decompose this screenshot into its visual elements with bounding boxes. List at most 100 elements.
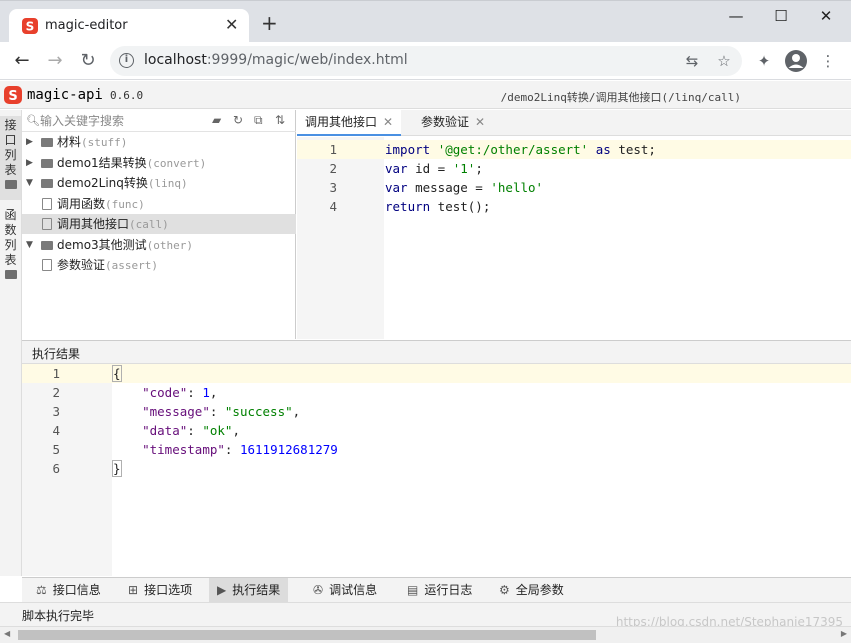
- result-line: 5 "timestamp": 1611912681279: [22, 440, 851, 459]
- translate-icon[interactable]: ⇆: [682, 51, 702, 71]
- tab-run-log[interactable]: ▤ 运行日志: [399, 578, 480, 602]
- tree-folder-item[interactable]: ▶ 材料(stuff): [22, 132, 296, 152]
- line-number: 1: [329, 142, 337, 157]
- result-output-editor[interactable]: 1{2 "code": 1, 3 "message": "success", 4 "…: [22, 364, 851, 576]
- tree-file-item[interactable]: 调用函数(func): [22, 194, 296, 214]
- tree-file-item[interactable]: 调用其他接口(call): [22, 214, 296, 234]
- result-line: 6}: [22, 459, 851, 478]
- tree-search-bar: 🔍︎ ▰ ↻ ⧉ ⇅: [22, 110, 296, 132]
- result-line: 2 "code": 1,: [22, 383, 851, 402]
- back-arrow-icon[interactable]: ←: [10, 49, 34, 73]
- tree-search-input[interactable]: [40, 112, 210, 129]
- result-panel-header: 执行结果: [22, 340, 851, 364]
- tree-item-path: (assert): [105, 259, 158, 272]
- bottom-tab-label: 接口信息: [52, 583, 101, 597]
- profile-avatar-icon[interactable]: [785, 50, 807, 72]
- folder-icon: [41, 240, 53, 250]
- api-file-icon: [42, 218, 52, 230]
- tree-folder-item[interactable]: ▼ demo3其他测试(other): [22, 235, 296, 255]
- code-line: 3 var message = 'hello': [297, 178, 851, 197]
- app-version: 0.6.0: [110, 89, 144, 102]
- magic-api-favicon-icon: S: [22, 18, 38, 34]
- reload-icon[interactable]: ↻: [76, 49, 100, 73]
- line-number: 2: [329, 161, 337, 176]
- tree-item-label: 调用函数: [57, 196, 106, 211]
- folder-icon: [4, 270, 17, 279]
- bottom-tab-label: 接口选项: [144, 583, 193, 597]
- tree-folder-item[interactable]: ▼ demo2Linq转换(linq): [22, 173, 296, 193]
- svg-text:S: S: [8, 89, 17, 104]
- close-tab-icon[interactable]: ✕: [475, 115, 485, 129]
- tab-debug-info[interactable]: ✇ 调试信息: [305, 578, 385, 602]
- tab-interface-info[interactable]: ⚖ 接口信息: [28, 578, 109, 602]
- chevron-right-icon[interactable]: ▶: [26, 153, 33, 173]
- maximize-window-button[interactable]: ☐: [766, 7, 796, 27]
- forward-arrow-icon[interactable]: →: [43, 49, 67, 73]
- code-token: test;: [610, 142, 656, 157]
- sort-icon[interactable]: ⇅: [275, 113, 285, 127]
- tree-item-label: 参数验证: [57, 258, 106, 272]
- new-folder-icon[interactable]: ▰: [212, 113, 221, 127]
- chevron-down-icon[interactable]: ▼: [26, 235, 33, 255]
- gear-icon: ⚙: [499, 583, 510, 597]
- bookmark-star-icon[interactable]: ☆: [714, 51, 734, 71]
- code-text: "timestamp": 1611912681279: [112, 440, 338, 459]
- tab-param-validation[interactable]: 参数验证 ✕: [413, 110, 493, 136]
- collapse-all-icon[interactable]: ⧉: [254, 113, 263, 128]
- tree-file-item[interactable]: 参数验证(assert): [22, 255, 296, 275]
- address-bar[interactable]: i localhost:9999/magic/web/index.html ⇆ …: [110, 46, 742, 76]
- line-number: 2: [52, 385, 60, 400]
- site-info-icon[interactable]: i: [119, 53, 134, 68]
- api-file-icon: [42, 259, 52, 271]
- tab-execution-result[interactable]: ▶ 执行结果: [209, 578, 289, 602]
- url-text: localhost:9999/magic/web/index.html: [144, 52, 408, 68]
- browser-tab[interactable]: S magic-editor ✕: [9, 9, 249, 43]
- chevron-down-icon[interactable]: ▼: [26, 173, 33, 193]
- tree-item-path: (linq): [147, 177, 188, 190]
- code-token: id =: [407, 161, 453, 176]
- refresh-icon[interactable]: ↻: [233, 113, 243, 127]
- tab-interface-options[interactable]: ⊞ 接口选项: [120, 578, 200, 602]
- browser-menu-icon[interactable]: ⋮: [818, 51, 838, 71]
- script-code-editor[interactable]: 1 import '@get:/other/assert' as test; 2 va…: [297, 137, 851, 339]
- tab-interface-list[interactable]: 接 口 列 表: [0, 116, 21, 200]
- code-token: ,: [292, 404, 301, 419]
- bottom-tab-bar: ⚖ 接口信息 ⊞ 接口选项 ▶ 执行结果 ✇ 调试信息 ▤ 运行日志 ⚙ 全局参数: [22, 577, 851, 602]
- browser-toolbar: ← → ↻ i localhost:9999/magic/web/index.h…: [0, 42, 851, 80]
- new-tab-button[interactable]: +: [261, 13, 278, 33]
- tab-function-list[interactable]: 函 数 列 表: [0, 206, 21, 290]
- code-token: '@get:/other/assert': [437, 142, 589, 157]
- scroll-left-arrow-icon[interactable]: ◀: [4, 629, 10, 638]
- code-token: message =: [407, 180, 491, 195]
- close-window-button[interactable]: ✕: [811, 7, 841, 27]
- code-token: "message": [142, 404, 210, 419]
- code-token: {: [112, 365, 122, 382]
- minimize-window-button[interactable]: —: [721, 7, 751, 27]
- browser-tab-title: magic-editor: [45, 18, 128, 33]
- tree-item-text: demo2Linq转换(linq): [57, 173, 188, 194]
- chevron-right-icon[interactable]: ▶: [26, 132, 33, 152]
- tree-folder-item[interactable]: ▶ demo1结果转换(convert): [22, 153, 296, 173]
- code-token: var: [385, 180, 408, 195]
- code-token: 'hello': [490, 180, 544, 195]
- tab-call-interface[interactable]: 调用其他接口 ✕: [297, 110, 402, 136]
- left-vertical-tab-bar: 接 口 列 表 函 数 列 表: [0, 110, 22, 576]
- code-line: 4 return test();: [297, 197, 851, 216]
- editor-tab-bar: 调用其他接口 ✕ 参数验证 ✕: [297, 110, 851, 136]
- tree-item-path: (convert): [146, 156, 207, 170]
- bottom-tab-label: 执行结果: [232, 583, 281, 597]
- line-number: 1: [52, 366, 60, 381]
- extensions-puzzle-icon[interactable]: ✦: [754, 51, 774, 71]
- close-tab-icon[interactable]: ✕: [383, 115, 393, 129]
- close-tab-icon[interactable]: ✕: [225, 15, 238, 34]
- scroll-right-arrow-icon[interactable]: ▶: [841, 629, 847, 638]
- tab-global-params[interactable]: ⚙ 全局参数: [491, 578, 572, 602]
- code-token: "success": [224, 404, 293, 419]
- scrollbar-thumb[interactable]: [18, 630, 596, 640]
- line-number: 3: [52, 404, 60, 419]
- result-line: 4 "data": "ok",: [22, 421, 851, 440]
- line-number: 4: [329, 199, 337, 214]
- horizontal-scrollbar[interactable]: ◀ ▶: [0, 626, 851, 643]
- search-icon: 🔍︎: [26, 114, 40, 127]
